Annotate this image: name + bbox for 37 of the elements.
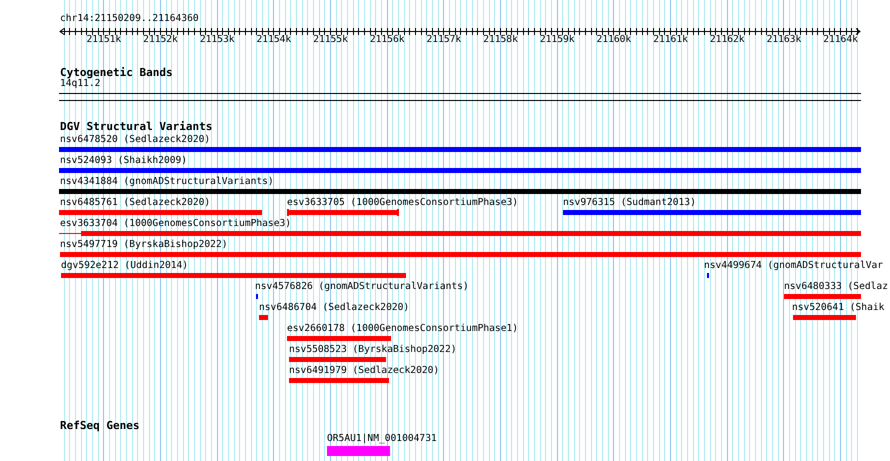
tick-label: 21158k: [483, 34, 518, 46]
variant-label: nsv6478520 (Sedlazeck2020): [60, 134, 210, 146]
tick-label: 21162k: [710, 34, 745, 46]
tick-label: 21152k: [143, 34, 178, 46]
band-label: 14q11.2: [60, 78, 100, 90]
variant-label: dgv592e212 (Uddin2014): [61, 260, 188, 272]
tick-label: 21153k: [200, 34, 234, 46]
variant-label: nsv524093 (Shaikh2009): [60, 155, 188, 167]
track-title: Cytogenetic Bands: [60, 66, 173, 79]
variant-label: nsv4499674 (gnomADStructuralVar: [704, 260, 884, 272]
tick-label: 21154k: [256, 34, 292, 46]
variant-label: esv3633704 (1000GenomesConsortiumPhase3): [60, 218, 292, 230]
tick-label: 21161k: [653, 34, 688, 46]
track-title: DGV Structural Variants: [60, 120, 212, 134]
tick-label: 21164k: [823, 34, 858, 46]
gene-label: OR5AU1|NM_001004731: [327, 433, 437, 445]
variant-label: esv2660178 (1000GenomesConsortiumPhase1): [287, 323, 518, 335]
variant-label: nsv5508523 (ByrskaBishop2022): [289, 344, 457, 356]
location-label: chr14:21150209..21164360: [60, 13, 199, 25]
variant-label: nsv4576826 (gnomADStructuralVariants): [255, 281, 469, 293]
variant-label: nsv4341884 (gnomADStructuralVariants): [60, 176, 274, 188]
tick-label: 21159k: [540, 34, 575, 46]
tick-label: 21157k: [426, 34, 462, 46]
variant-label: nsv5497719 (ByrskaBishop2022): [60, 239, 228, 251]
tick-label: 21155k: [313, 34, 348, 46]
variant-label: nsv6485761 (Sedlazeck2020): [60, 197, 210, 209]
variant-label: esv3633705 (1000GenomesConsortiumPhase3): [287, 197, 518, 209]
tick-label: 21163k: [766, 34, 802, 46]
variant-label: nsv6491979 (Sedlazeck2020): [289, 365, 440, 377]
tick-label: 21156k: [370, 34, 405, 46]
variant-label: nsv6486704 (Sedlazeck2020): [259, 302, 410, 314]
variant-label: nsv520641 (Shaik: [792, 302, 884, 314]
variant-label: nsv6480333 (Sedlaz: [784, 281, 888, 293]
tick-label: 21151k: [86, 34, 122, 46]
track-title: RefSeq Genes: [60, 419, 140, 433]
variant-label: nsv976315 (Sudmant2013): [563, 197, 696, 209]
tick-label: 21160k: [596, 34, 632, 46]
